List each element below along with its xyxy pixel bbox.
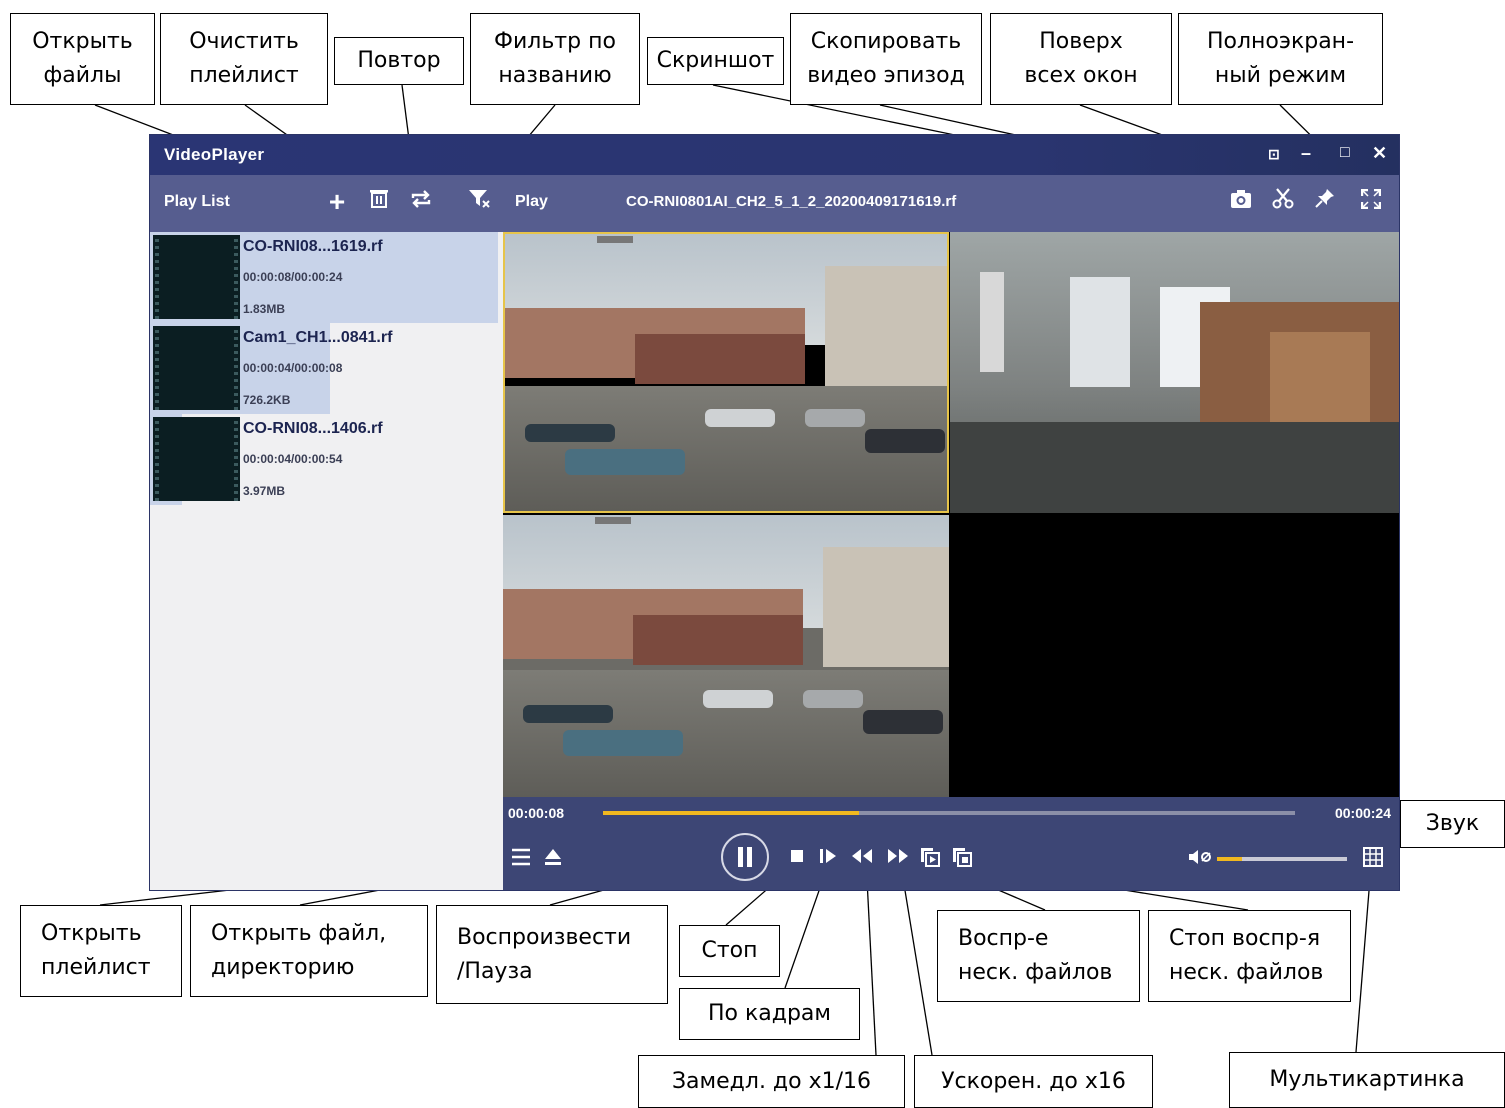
playlist-item-size: 1.83MB (243, 302, 286, 316)
callout-multi-play: Воспр-е неск. файлов (937, 910, 1140, 1002)
callout-play-pause: Воспроизвести /Пауза (436, 905, 668, 1004)
callout-open-file-dir: Открыть файл, директорию (190, 905, 428, 997)
multi-file-play-icon[interactable] (919, 847, 943, 872)
restore-icon[interactable]: ⊡ (1268, 146, 1280, 163)
callout-fullscreen: Полноэкран- ный режим (1178, 13, 1383, 105)
maximize-icon[interactable]: □ (1340, 144, 1350, 162)
play-label: Play (515, 193, 548, 210)
video-pane-4-empty[interactable] (950, 515, 1399, 797)
seek-bar-fill (603, 811, 860, 815)
callout-multi-stop: Стоп воспр-я неск. файлов (1148, 910, 1351, 1002)
video-grid (503, 232, 1399, 797)
callout-slow: Замедл. до х1/16 (638, 1055, 905, 1108)
title-bar: VideoPlayer ⊡ – □ ✕ (150, 135, 1399, 175)
video-thumbnail (153, 326, 240, 410)
playlist-item-name: CO-RNI08...1619.rf (243, 238, 383, 255)
playlist-label: Play List (164, 193, 230, 210)
filter-icon[interactable] (464, 187, 494, 217)
camera-overlay-tag (597, 236, 633, 243)
playlist-item-duration: 00:00:08/00:00:24 (243, 270, 343, 284)
callout-filter: Фильтр по названию (470, 13, 640, 105)
callout-on-top: Поверх всех окон (990, 13, 1172, 105)
playlist-item[interactable]: Cam1_CH1...0841.rf 00:00:04/00:00:08 726… (150, 323, 503, 414)
trash-icon[interactable] (364, 187, 394, 217)
multiview-grid-icon[interactable] (1361, 847, 1385, 872)
callout-sound: Звук (1400, 800, 1505, 848)
video-thumbnail (153, 417, 240, 501)
repeat-icon[interactable] (406, 187, 436, 217)
playlist-item-size: 3.97MB (243, 484, 286, 498)
eject-icon[interactable] (541, 847, 565, 872)
callout-clear-playlist: Очистить плейлист (160, 13, 328, 105)
volume-fill (1217, 857, 1242, 861)
play-pause-button[interactable] (721, 833, 769, 881)
playlist-item-name: Cam1_CH1...0841.rf (243, 329, 393, 346)
sound-icon[interactable] (1187, 847, 1215, 872)
playlist-item-duration: 00:00:04/00:00:08 (243, 361, 343, 375)
playback-controls: 00:00:08 00:00:24 (503, 797, 1399, 890)
videoplayer-window: VideoPlayer ⊡ – □ ✕ Play List + Play CO-… (150, 135, 1399, 890)
stop-icon[interactable] (787, 847, 807, 869)
callout-stop: Стоп (679, 925, 780, 977)
multi-file-stop-icon[interactable] (951, 847, 975, 872)
current-filename: CO-RNI0801AI_CH2_5_1_2_20200409171619.rf (626, 193, 957, 210)
video-pane-3[interactable] (503, 515, 949, 797)
callout-repeat: Повтор (334, 37, 464, 85)
fullscreen-icon[interactable] (1356, 187, 1386, 217)
playlist-item-duration: 00:00:04/00:00:54 (243, 452, 343, 466)
callout-multiview: Мультикартинка (1229, 1052, 1505, 1108)
seek-bar[interactable] (603, 811, 1295, 815)
playlist-item-name: CO-RNI08...1406.rf (243, 420, 383, 437)
window-title: VideoPlayer (164, 145, 265, 164)
pin-icon[interactable] (1310, 187, 1340, 217)
playlist-item[interactable]: CO-RNI08...1619.rf 00:00:08/00:00:24 1.8… (150, 232, 503, 323)
close-icon[interactable]: ✕ (1372, 143, 1387, 164)
scissors-icon[interactable] (1268, 187, 1298, 217)
callout-open-files: Открыть файлы (10, 13, 155, 105)
minimize-icon[interactable]: – (1301, 143, 1311, 164)
time-total: 00:00:24 (1334, 805, 1391, 821)
camera-icon[interactable] (1226, 187, 1256, 217)
playlist-item-size: 726.2KB (243, 393, 291, 407)
fast-forward-icon[interactable] (885, 847, 911, 870)
time-current: 00:00:08 (508, 805, 565, 821)
frame-step-icon[interactable] (817, 847, 839, 870)
callout-copy-clip: Скопировать видео эпизод (790, 13, 982, 105)
playlist-panel: CO-RNI08...1619.rf 00:00:08/00:00:24 1.8… (150, 232, 504, 890)
callout-frame-step: По кадрам (679, 988, 860, 1040)
video-pane-2[interactable] (950, 232, 1399, 513)
camera-overlay-tag (595, 517, 631, 524)
callout-screenshot: Скриншот (647, 37, 784, 85)
callout-open-playlist: Открыть плейлист (20, 905, 182, 997)
callout-fast: Ускорен. до х16 (914, 1055, 1153, 1108)
video-pane-1[interactable] (503, 232, 949, 513)
video-thumbnail (153, 235, 240, 319)
toolbar: Play List + Play CO-RNI0801AI_CH2_5_1_2_… (150, 175, 1399, 232)
slow-down-icon[interactable] (849, 847, 875, 870)
playlist-toggle-icon[interactable] (509, 847, 533, 872)
volume-slider[interactable] (1217, 857, 1347, 861)
playlist-item[interactable]: CO-RNI08...1406.rf 00:00:04/00:00:54 3.9… (150, 414, 503, 505)
add-icon[interactable]: + (322, 187, 352, 217)
